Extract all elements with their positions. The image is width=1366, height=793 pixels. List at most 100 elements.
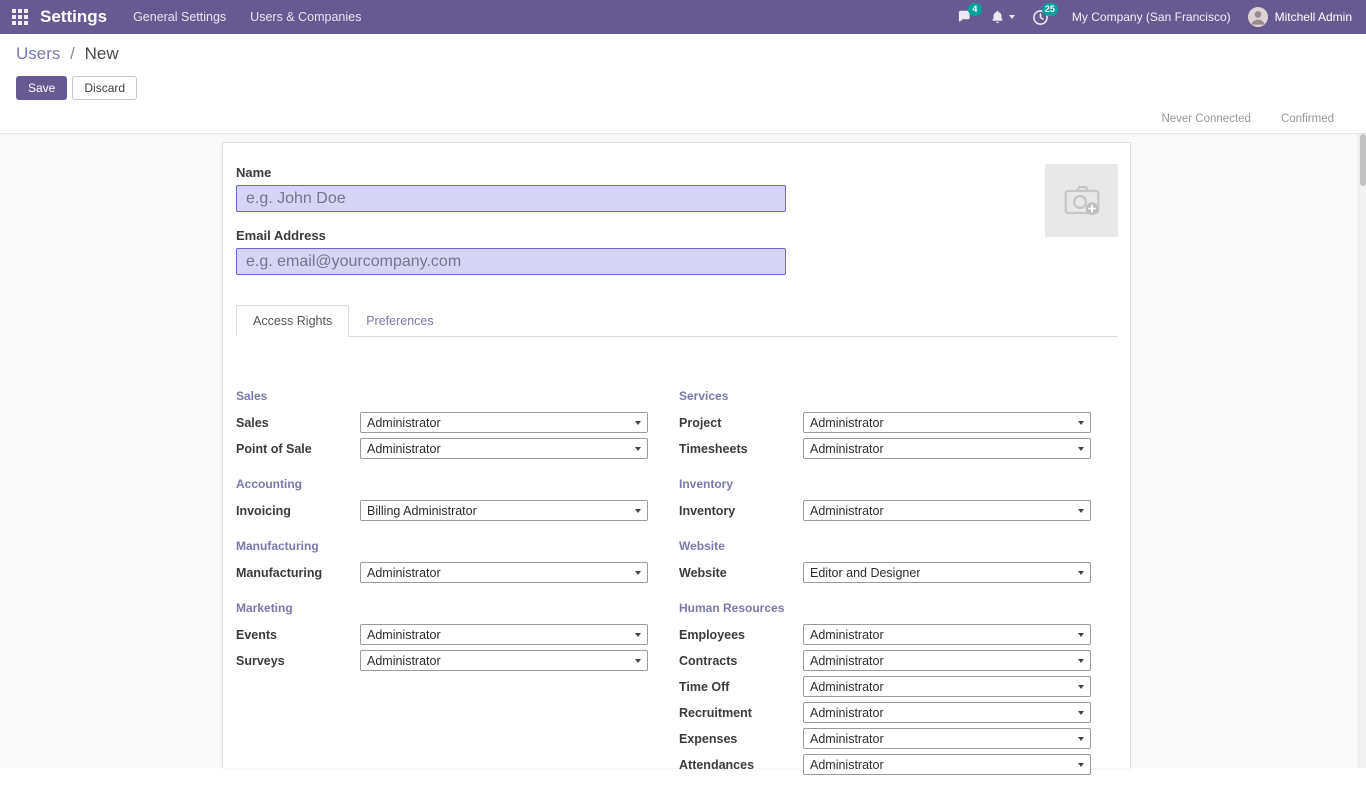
events-select[interactable]: Administrator [360,624,648,645]
chevron-down-icon [1078,421,1084,425]
breadcrumb-current: New [85,44,119,63]
activities-button[interactable]: 25 [1032,9,1049,26]
select-value: Administrator [810,442,884,456]
select-value: Administrator [367,566,441,580]
form-action-buttons: Save Discard [16,76,1350,100]
chevron-down-icon [1078,711,1084,715]
user-name: Mitchell Admin [1275,10,1352,24]
select-value: Administrator [810,416,884,430]
select-value: Editor and Designer [810,566,920,580]
time-off-select[interactable]: Administrator [803,676,1091,697]
activities-badge: 25 [1042,3,1058,16]
field-row-time-off: Time OffAdministrator [679,676,1091,697]
access-rights-groups: SalesSalesAdministratorPoint of SaleAdmi… [236,389,1117,793]
status-never-connected[interactable]: Never Connected [1161,113,1251,125]
tab-preferences[interactable]: Preferences [349,305,450,337]
field-label: Invoicing [236,504,360,518]
field-row-sales: Sales Administrator [236,412,648,433]
group-title: Sales [236,389,648,403]
group-accounting: AccountingInvoicingBilling Administrator [236,477,648,521]
chevron-down-icon [1078,763,1084,767]
top-navbar: Settings General Settings Users & Compan… [0,0,1366,34]
select-value: Administrator [367,416,441,430]
select-value: Administrator [810,504,884,518]
breadcrumb-users-link[interactable]: Users [16,44,60,63]
sales-select[interactable]: Administrator [360,412,648,433]
select-value: Administrator [810,680,884,694]
group-human-resources: Human ResourcesEmployeesAdministratorCon… [679,601,1091,775]
inventory-select[interactable]: Administrator [803,500,1091,521]
field-label: Expenses [679,732,803,746]
field-row-events: Events Administrator [236,624,648,645]
field-row-timesheets: Timesheets Administrator [679,438,1091,459]
chevron-down-icon [635,659,641,663]
company-switcher[interactable]: My Company (San Francisco) [1072,10,1231,24]
camera-plus-icon [1059,178,1105,224]
chevron-down-icon [1078,509,1084,513]
field-label: Inventory [679,504,803,518]
menu-general-settings[interactable]: General Settings [133,0,226,34]
field-label: Timesheets [679,442,803,456]
access-rights-left-column: SalesSalesAdministratorPoint of SaleAdmi… [236,389,648,793]
field-label: Project [679,416,803,430]
discard-button[interactable]: Discard [72,76,137,100]
field-label: Events [236,628,360,642]
status-confirmed[interactable]: Confirmed [1281,113,1334,125]
select-value: Administrator [810,758,884,772]
group-title: Website [679,539,1091,553]
attendances-select[interactable]: Administrator [803,754,1091,775]
chevron-down-icon [635,447,641,451]
group-title: Services [679,389,1091,403]
select-value: Administrator [810,732,884,746]
manufacturing-select[interactable]: Administrator [360,562,648,583]
field-row-contracts: Contracts Administrator [679,650,1091,671]
employees-select[interactable]: Administrator [803,624,1091,645]
profile-image-uploader[interactable] [1045,164,1118,237]
access-rights-right-column: Services Project Administrator Timesheets Ad… [679,389,1091,793]
breadcrumb-separator: / [70,44,75,63]
menu-users-companies[interactable]: Users & Companies [250,0,361,34]
project-select[interactable]: Administrator [803,412,1091,433]
chevron-down-icon [1078,447,1084,451]
invoicing-select[interactable]: Billing Administrator [360,500,648,521]
field-row-attendances: Attendances Administrator [679,754,1091,775]
field-row-recruitment: RecruitmentAdministrator [679,702,1091,723]
statusbar: Never Connected Confirmed [0,105,1366,134]
timesheets-select[interactable]: Administrator [803,438,1091,459]
messages-button[interactable]: 4 [956,9,973,25]
recruitment-select[interactable]: Administrator [803,702,1091,723]
select-value: Administrator [810,654,884,668]
contracts-select[interactable]: Administrator [803,650,1091,671]
app-name[interactable]: Settings [40,7,107,27]
chevron-down-icon [1078,685,1084,689]
control-panel: Users / New Save Discard [0,34,1366,105]
website-select[interactable]: Editor and Designer [803,562,1091,583]
group-marketing: MarketingEventsAdministratorSurveysAdmin… [236,601,648,671]
field-label: Attendances [679,758,803,772]
user-menu[interactable]: Mitchell Admin [1248,7,1352,27]
surveys-select[interactable]: Administrator [360,650,648,671]
apps-menu-icon[interactable] [12,9,28,25]
tab-access-rights[interactable]: Access Rights [236,305,349,337]
vertical-scrollbar[interactable] [1358,134,1366,768]
chevron-down-icon [635,421,641,425]
name-input[interactable] [236,185,786,212]
messages-badge: 4 [968,3,982,16]
scrollbar-thumb[interactable] [1360,134,1366,186]
chevron-down-icon [1078,737,1084,741]
field-label: Contracts [679,654,803,668]
chevron-down-icon [635,509,641,513]
field-label: Sales [236,416,360,430]
save-button[interactable]: Save [16,76,67,100]
group-inventory: InventoryInventoryAdministrator [679,477,1091,521]
email-label: Email Address [236,228,1117,243]
notifications-button[interactable] [990,9,1015,25]
field-row-invoicing: InvoicingBilling Administrator [236,500,648,521]
point-of-sale-select[interactable]: Administrator [360,438,648,459]
chevron-down-icon [1078,659,1084,663]
email-input[interactable] [236,248,786,275]
field-label: Website [679,566,803,580]
select-value: Administrator [367,628,441,642]
field-label: Surveys [236,654,360,668]
expenses-select[interactable]: Administrator [803,728,1091,749]
